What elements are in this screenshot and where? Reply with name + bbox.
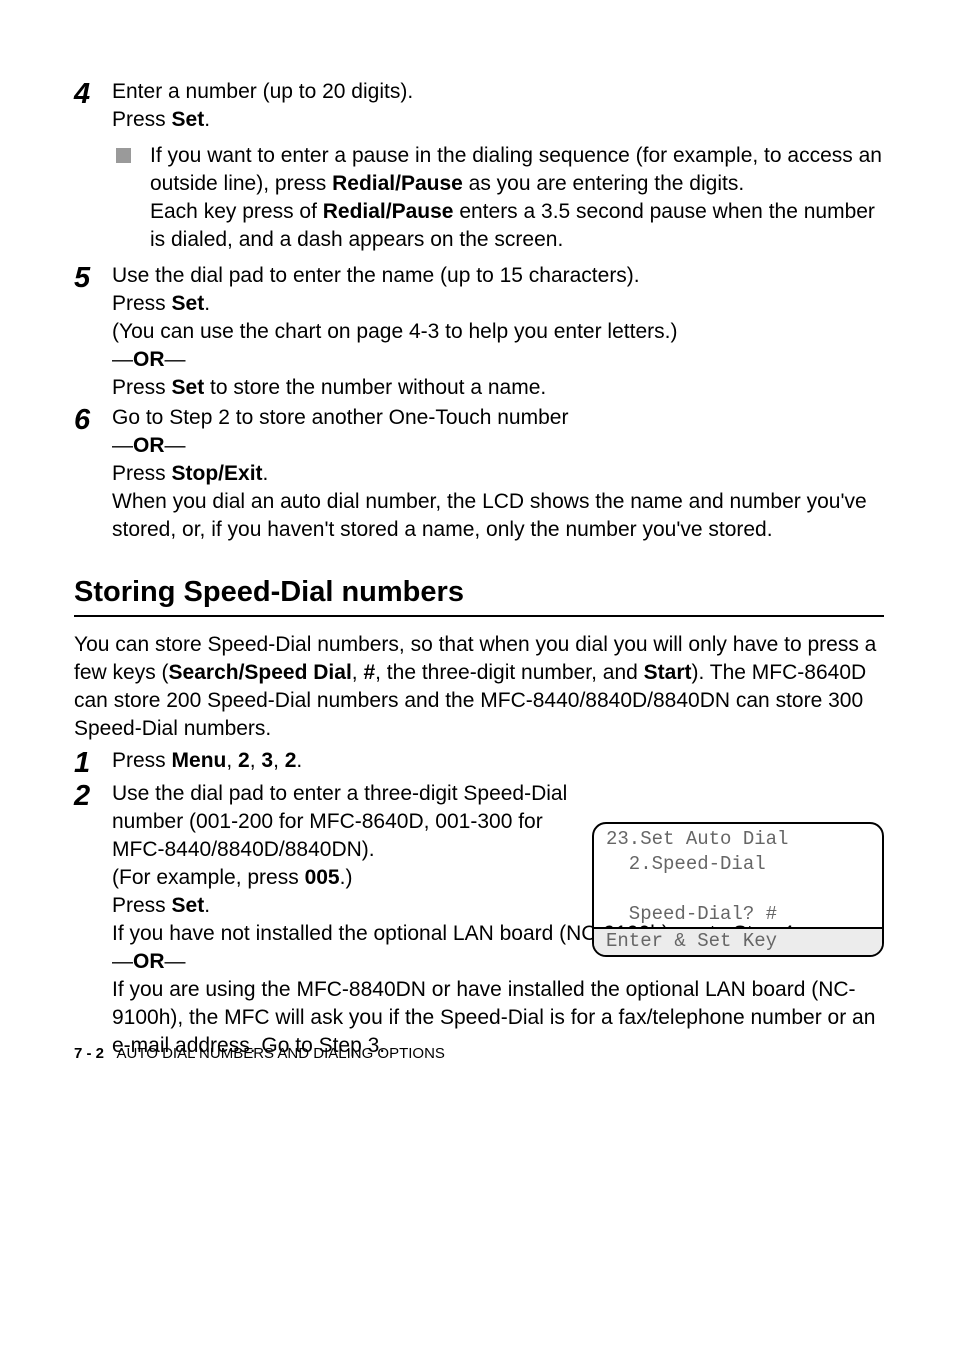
text: Use the dial pad to enter the name (up t… xyxy=(112,264,640,287)
text: — xyxy=(165,434,186,457)
key-name: Set xyxy=(172,376,205,399)
footer-title: AUTO DIAL NUMBERS AND DIALING OPTIONS xyxy=(117,1045,445,1062)
text: . xyxy=(263,462,269,485)
key-name: # xyxy=(363,661,375,684)
text: (For example, press xyxy=(112,866,305,889)
text: Press xyxy=(112,292,172,315)
lcd-line xyxy=(606,877,870,902)
key-name: 2 xyxy=(238,749,250,772)
text: . xyxy=(204,292,210,315)
text: Press xyxy=(112,376,172,399)
page-reference[interactable]: page 4-3 xyxy=(356,320,439,343)
section-intro: You can store Speed-Dial numbers, so tha… xyxy=(74,631,884,743)
or-text: OR xyxy=(133,950,165,973)
key-name: Search/Speed Dial xyxy=(169,661,352,684)
step-number: 2 xyxy=(74,780,112,811)
key-name: Set xyxy=(172,108,205,131)
text: When you dial an auto dial number, the L… xyxy=(112,490,867,541)
text: as you are entering the digits. xyxy=(463,172,744,195)
step-number: 1 xyxy=(74,747,112,778)
step-number: 4 xyxy=(74,78,112,109)
text: Use the dial pad to enter a three-digit … xyxy=(112,782,567,861)
text: , the three-digit number, and xyxy=(375,661,644,684)
key-name: Stop/Exit xyxy=(172,462,263,485)
text: — xyxy=(165,348,186,371)
page-footer: 7 - 2 AUTO DIAL NUMBERS AND DIALING OPTI… xyxy=(74,1045,445,1062)
key-name: Set xyxy=(172,894,205,917)
or-text: OR xyxy=(133,348,165,371)
speed-dial-step-1: 1 Press Menu, 2, 3, 2. xyxy=(74,747,884,778)
section-heading: Storing Speed-Dial numbers xyxy=(74,576,884,609)
step-body: Use the dial pad to enter the name (up t… xyxy=(112,262,884,402)
key-name: Redial/Pause xyxy=(323,200,454,223)
lcd-line: 23.Set Auto Dial xyxy=(606,827,870,852)
text: , xyxy=(352,661,364,684)
text: , xyxy=(250,749,262,772)
key-name: 3 xyxy=(261,749,273,772)
or-text: OR xyxy=(133,434,165,457)
key-name: Redial/Pause xyxy=(332,172,463,195)
lcd-display: 23.Set Auto Dial 2.Speed-Dial Speed-Dial… xyxy=(592,822,884,957)
lcd-line: 2.Speed-Dial xyxy=(606,852,870,877)
text: Go to Step 2 to store another One-Touch … xyxy=(112,406,568,429)
text: , xyxy=(226,749,238,772)
text: (You can use the chart on xyxy=(112,320,356,343)
key-name: Menu xyxy=(172,749,227,772)
step-body: Go to Step 2 to store another One-Touch … xyxy=(112,404,884,544)
lcd-line: Enter & Set Key xyxy=(606,929,870,954)
key-name: Set xyxy=(172,292,205,315)
step-6: 6 Go to Step 2 to store another One-Touc… xyxy=(74,404,884,544)
text: .) xyxy=(340,866,353,889)
text: — xyxy=(112,434,133,457)
text: Each key press of xyxy=(150,200,323,223)
text: to help you enter letters.) xyxy=(439,320,677,343)
bullet-body: If you want to enter a pause in the dial… xyxy=(150,142,884,254)
text: Press xyxy=(112,108,172,131)
text: Press xyxy=(112,462,172,485)
step-number: 5 xyxy=(74,262,112,293)
section-rule xyxy=(74,615,884,617)
text: . xyxy=(296,749,302,772)
step-number: 6 xyxy=(74,404,112,435)
key-name: Start xyxy=(644,661,692,684)
page-number: 7 - 2 xyxy=(74,1045,104,1062)
step-body: Enter a number (up to 20 digits). Press … xyxy=(112,78,884,260)
text: Press xyxy=(112,894,172,917)
sub-bullet: If you want to enter a pause in the dial… xyxy=(112,142,884,254)
text: , xyxy=(273,749,285,772)
key-name: 005 xyxy=(305,866,340,889)
text: to store the number without a name. xyxy=(204,376,546,399)
text: . xyxy=(204,894,210,917)
lcd-line: Speed-Dial? # xyxy=(606,902,870,927)
step-4: 4 Enter a number (up to 20 digits). Pres… xyxy=(74,78,884,260)
text: — xyxy=(112,348,133,371)
text: — xyxy=(165,950,186,973)
step-5: 5 Use the dial pad to enter the name (up… xyxy=(74,262,884,402)
text: . xyxy=(204,108,210,131)
text: Press xyxy=(112,749,172,772)
key-name: 2 xyxy=(285,749,297,772)
step-body: Press Menu, 2, 3, 2. xyxy=(112,747,572,775)
text: — xyxy=(112,950,133,973)
text: Enter a number (up to 20 digits). xyxy=(112,80,413,103)
bullet-icon xyxy=(112,142,150,171)
